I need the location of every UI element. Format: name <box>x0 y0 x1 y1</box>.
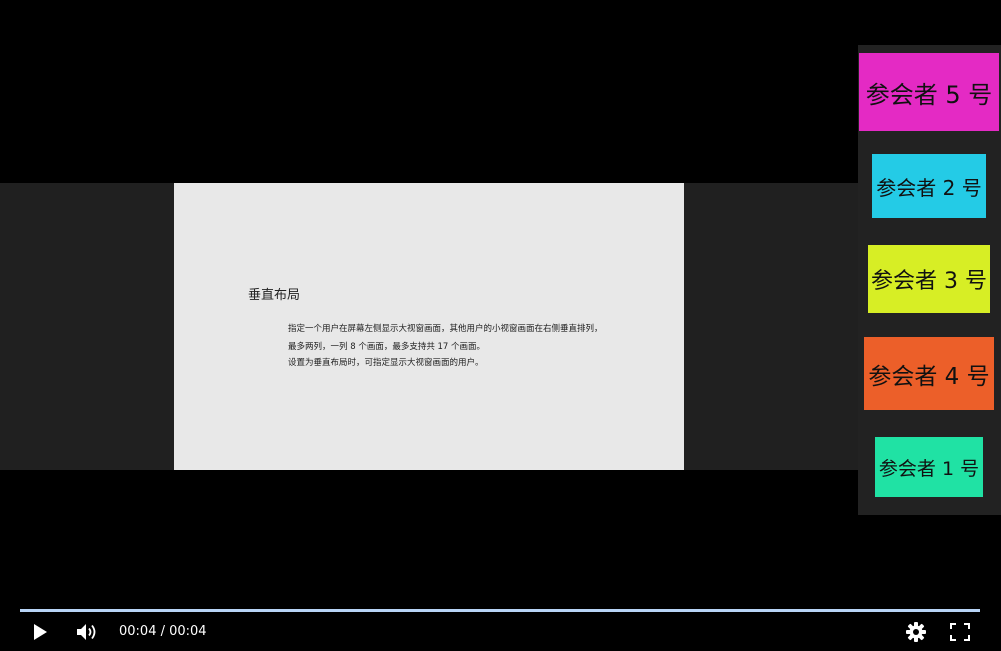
participant-tile-3[interactable]: 参会者 3 号 <box>868 245 990 313</box>
player-controls: 00:04 / 00:04 <box>0 600 1001 651</box>
participant-tile-2[interactable]: 参会者 2 号 <box>872 154 986 218</box>
video-stage[interactable]: 垂直布局 指定一个用户在屏幕左侧显示大视窗画面，其他用户的小视窗画面在右侧垂直排… <box>0 0 1001 600</box>
fullscreen-icon <box>950 623 970 641</box>
gear-icon <box>906 622 926 642</box>
participant-tile-1[interactable]: 参会者 1 号 <box>875 437 983 497</box>
participant-sidebar: 参会者 5 号 参会者 2 号 参会者 3 号 参会者 4 号 参会者 1 号 <box>858 45 1001 515</box>
progress-bar[interactable] <box>20 609 980 612</box>
slide-text-line: 指定一个用户在屏幕左侧显示大视窗画面，其他用户的小视窗画面在右侧垂直排列， <box>288 324 603 334</box>
participant-label: 参会者 4 号 <box>868 363 990 390</box>
play-button[interactable] <box>28 621 52 643</box>
slide-text-line: 设置为垂直布局时，可指定显示大视窗画面的用户。 <box>288 358 484 368</box>
participant-tile-5[interactable]: 参会者 5 号 <box>859 53 999 131</box>
participant-label: 参会者 1 号 <box>878 457 980 480</box>
participant-label: 参会者 5 号 <box>865 80 993 109</box>
participant-label: 参会者 3 号 <box>871 269 987 294</box>
progress-fill <box>20 609 980 612</box>
fullscreen-button[interactable] <box>948 621 972 643</box>
participant-tile-4[interactable]: 参会者 4 号 <box>864 337 994 410</box>
shared-slide: 垂直布局 指定一个用户在屏幕左侧显示大视窗画面，其他用户的小视窗画面在右侧垂直排… <box>174 183 684 470</box>
time-display: 00:04 / 00:04 <box>119 624 207 639</box>
volume-icon <box>77 624 96 640</box>
slide-title: 垂直布局 <box>248 288 301 303</box>
volume-button[interactable] <box>74 621 100 643</box>
participant-label: 参会者 2 号 <box>876 175 982 200</box>
settings-button[interactable] <box>904 621 928 643</box>
slide-text-line: 最多两列，一列 8 个画面，最多支持共 17 个画面。 <box>288 342 486 352</box>
play-icon <box>34 624 47 640</box>
